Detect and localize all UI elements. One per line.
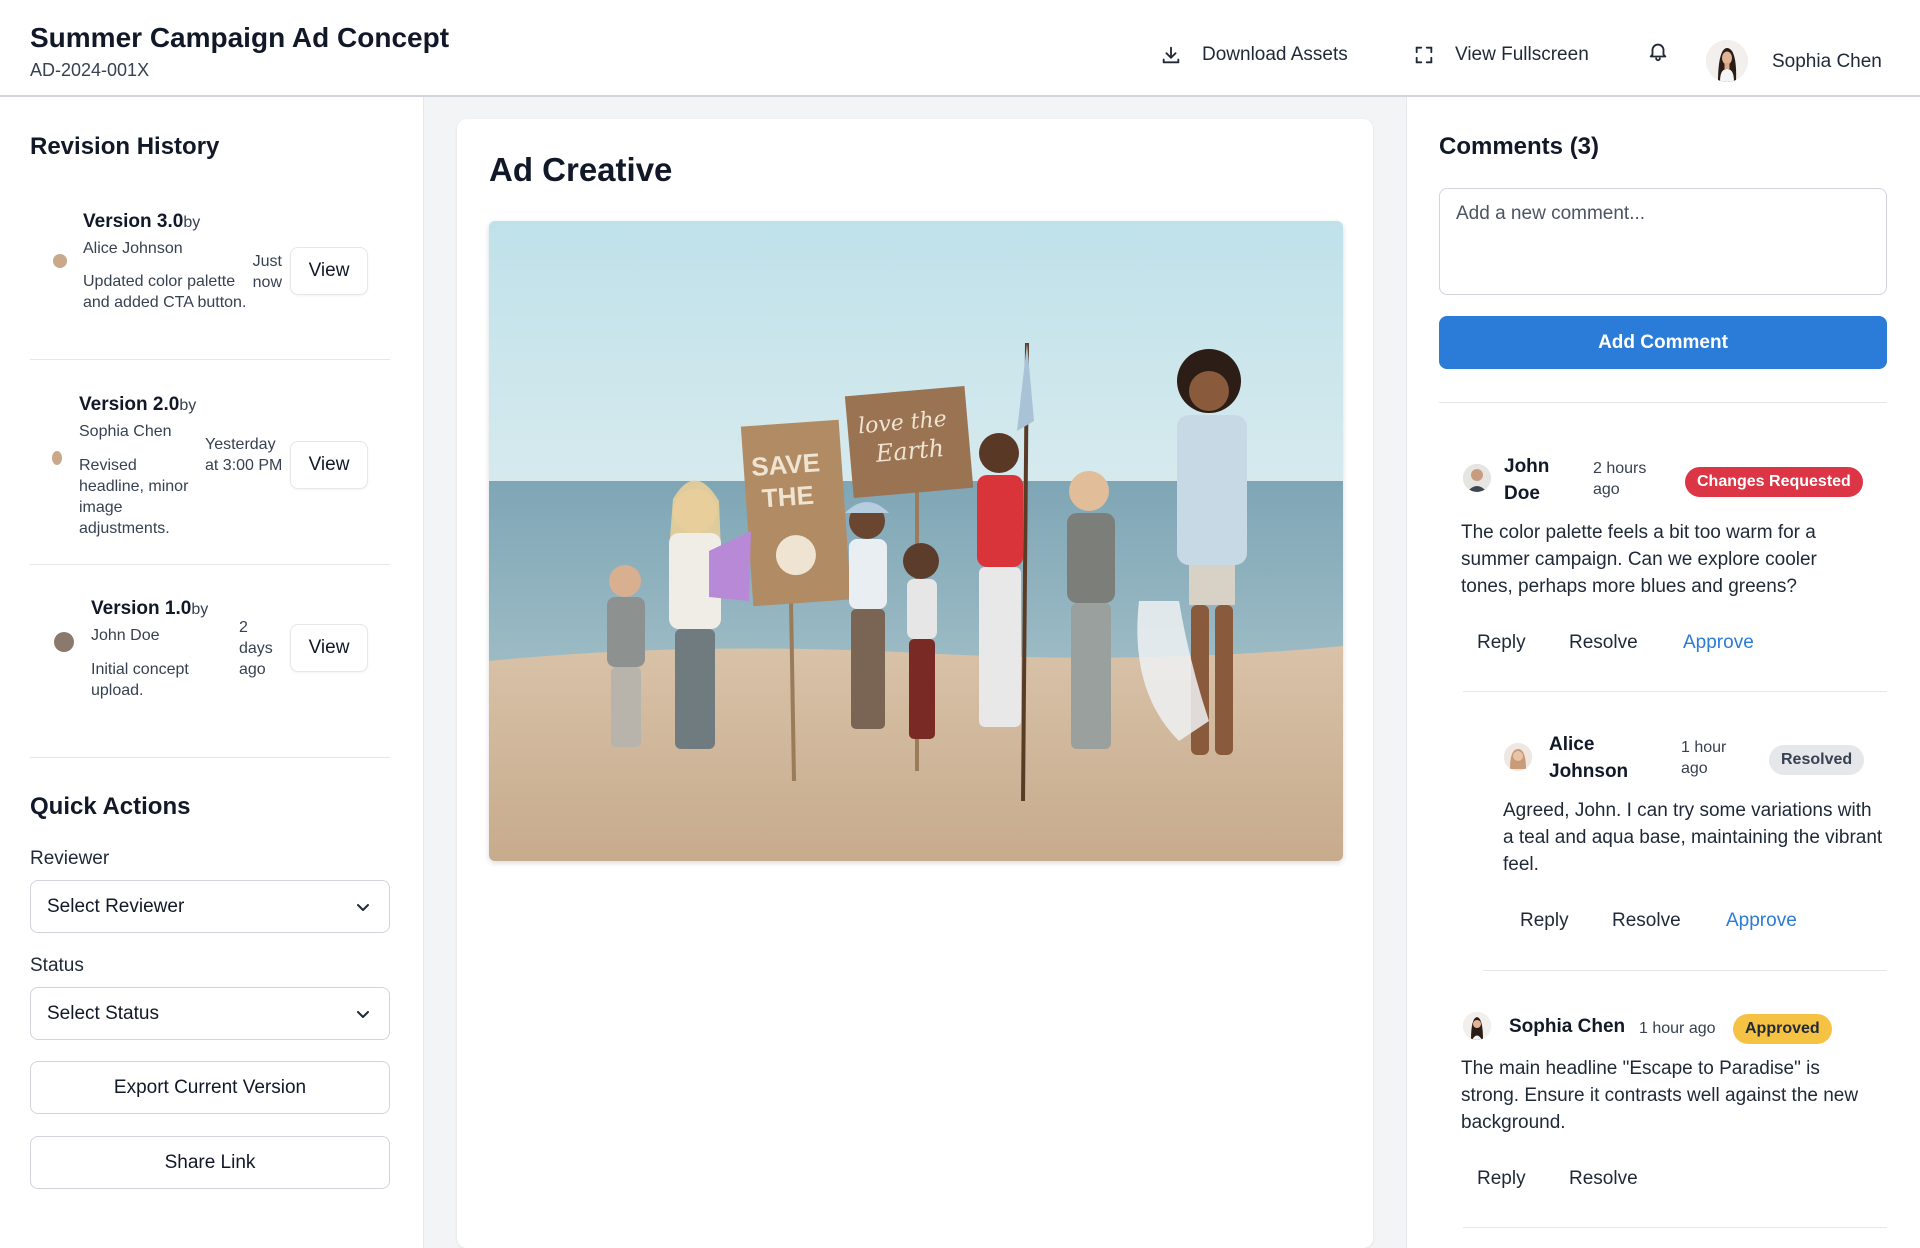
comment-avatar [1463,464,1491,492]
ad-creative-card: Ad Creative SAVE THE love the Earth [457,119,1373,1248]
bell-icon[interactable] [1647,40,1669,62]
download-assets-label: Download Assets [1202,44,1348,65]
revision-description: Updated color palette and added CTA butt… [83,273,247,311]
comment-time: 1 hour ago [1639,1020,1716,1037]
approve-button[interactable]: Approve [1683,632,1754,654]
comment-text: The color palette feels a bit too warm f… [1461,522,1817,597]
reply-button[interactable]: Reply [1477,632,1526,654]
resolve-button[interactable]: Resolve [1569,1168,1638,1190]
quick-actions-heading: Quick Actions [30,793,191,820]
status-select-value: Select Status [47,1002,159,1024]
chevron-down-icon [357,904,369,911]
divider [1463,1227,1887,1228]
resolve-button[interactable]: Resolve [1612,910,1681,932]
revision-author: Sophia Chen [79,423,172,440]
divider [1463,691,1887,692]
status-badge: Changes Requested [1685,467,1863,497]
approve-button[interactable]: Approve [1726,910,1797,932]
reply-button[interactable]: Reply [1520,910,1569,932]
beach-photo-illustration: SAVE THE love the Earth [489,221,1343,861]
reviewer-select[interactable]: Select Reviewer [30,880,390,933]
divider [1483,970,1887,971]
revision-time: Yesterday at 3:00 PM [205,436,283,474]
add-comment-button[interactable]: Add Comment [1439,316,1887,369]
user-avatar-image [1706,40,1748,82]
comments-heading: Comments (3) [1439,133,1600,160]
svg-text:THE: THE [761,480,815,514]
divider [30,564,390,565]
ad-creative-image[interactable]: SAVE THE love the Earth [489,221,1343,861]
comment-text: Agreed, John. I can try some variations … [1503,800,1883,875]
export-current-version-button[interactable]: Export Current Version [30,1061,390,1114]
revision-history-heading: Revision History [30,133,220,160]
divider [30,359,390,360]
view-revision-button[interactable]: View [290,441,368,489]
revision-author-avatar [52,451,62,465]
revision-time: 2 days ago [239,619,273,678]
reviewer-label: Reviewer [30,848,110,869]
new-comment-input[interactable] [1439,188,1887,295]
view-revision-button[interactable]: View [290,624,368,672]
comment-author: Alice Johnson [1549,734,1629,782]
status-badge: Resolved [1769,745,1865,775]
status-label: Status [30,955,84,976]
status-badge: Approved [1733,1014,1832,1044]
revision-version: Version 1.0by [91,598,208,620]
chevron-down-icon [357,1011,369,1018]
view-fullscreen-button[interactable]: View Fullscreen [1413,40,1589,70]
comment-author: Sophia Chen [1509,1016,1626,1037]
revision-version-number: Version 2.0 [79,394,180,415]
revision-by: by [191,601,209,618]
left-sidebar: Revision History Version 3.0by Alice Joh… [0,97,424,1248]
resolve-button[interactable]: Resolve [1569,632,1638,654]
comment-time: 2 hours ago [1593,460,1647,498]
fullscreen-icon [1415,46,1433,64]
revision-author: John Doe [91,627,160,644]
share-link-button[interactable]: Share Link [30,1136,390,1189]
view-fullscreen-label: View Fullscreen [1455,44,1589,65]
comments-panel: Comments (3) Add Comment John Doe 2 hour… [1406,97,1920,1248]
revision-version-number: Version 3.0 [83,211,184,232]
comment-text: The main headline "Escape to Paradise" i… [1461,1058,1859,1133]
page-title: Summer Campaign Ad Concept [30,22,450,53]
revision-description: Revised headline, minor image adjustment… [79,457,189,537]
status-select[interactable]: Select Status [30,987,390,1040]
user-name[interactable]: Sophia Chen [1772,51,1882,73]
divider [1439,402,1887,403]
revision-time: Just now [252,253,282,291]
sign-text: SAVE [750,447,821,482]
comment-avatar [1504,743,1532,771]
revision-version-number: Version 1.0 [91,598,192,619]
user-avatar[interactable] [1706,40,1748,82]
comment-time: 1 hour ago [1681,739,1727,777]
ad-creative-heading: Ad Creative [489,151,673,188]
comment-avatar [1463,1012,1491,1040]
top-header: Summer Campaign Ad Concept AD-2024-001X … [0,12,1920,97]
download-icon [1162,46,1180,64]
revision-description: Initial concept upload. [91,661,189,699]
revision-by: by [179,397,197,414]
reply-button[interactable]: Reply [1477,1168,1526,1190]
reviewer-select-value: Select Reviewer [47,895,185,917]
revision-author-avatar [54,632,74,652]
revision-author: Alice Johnson [83,240,183,257]
download-assets-button[interactable]: Download Assets [1160,40,1348,70]
revision-by: by [183,214,201,231]
comment-author: John Doe [1504,456,1550,504]
revision-author-avatar [53,254,67,268]
ad-id: AD-2024-001X [30,60,150,80]
revision-version: Version 2.0by [79,394,196,416]
divider [30,757,390,758]
revision-version: Version 3.0by [83,211,200,233]
view-revision-button[interactable]: View [290,247,368,295]
